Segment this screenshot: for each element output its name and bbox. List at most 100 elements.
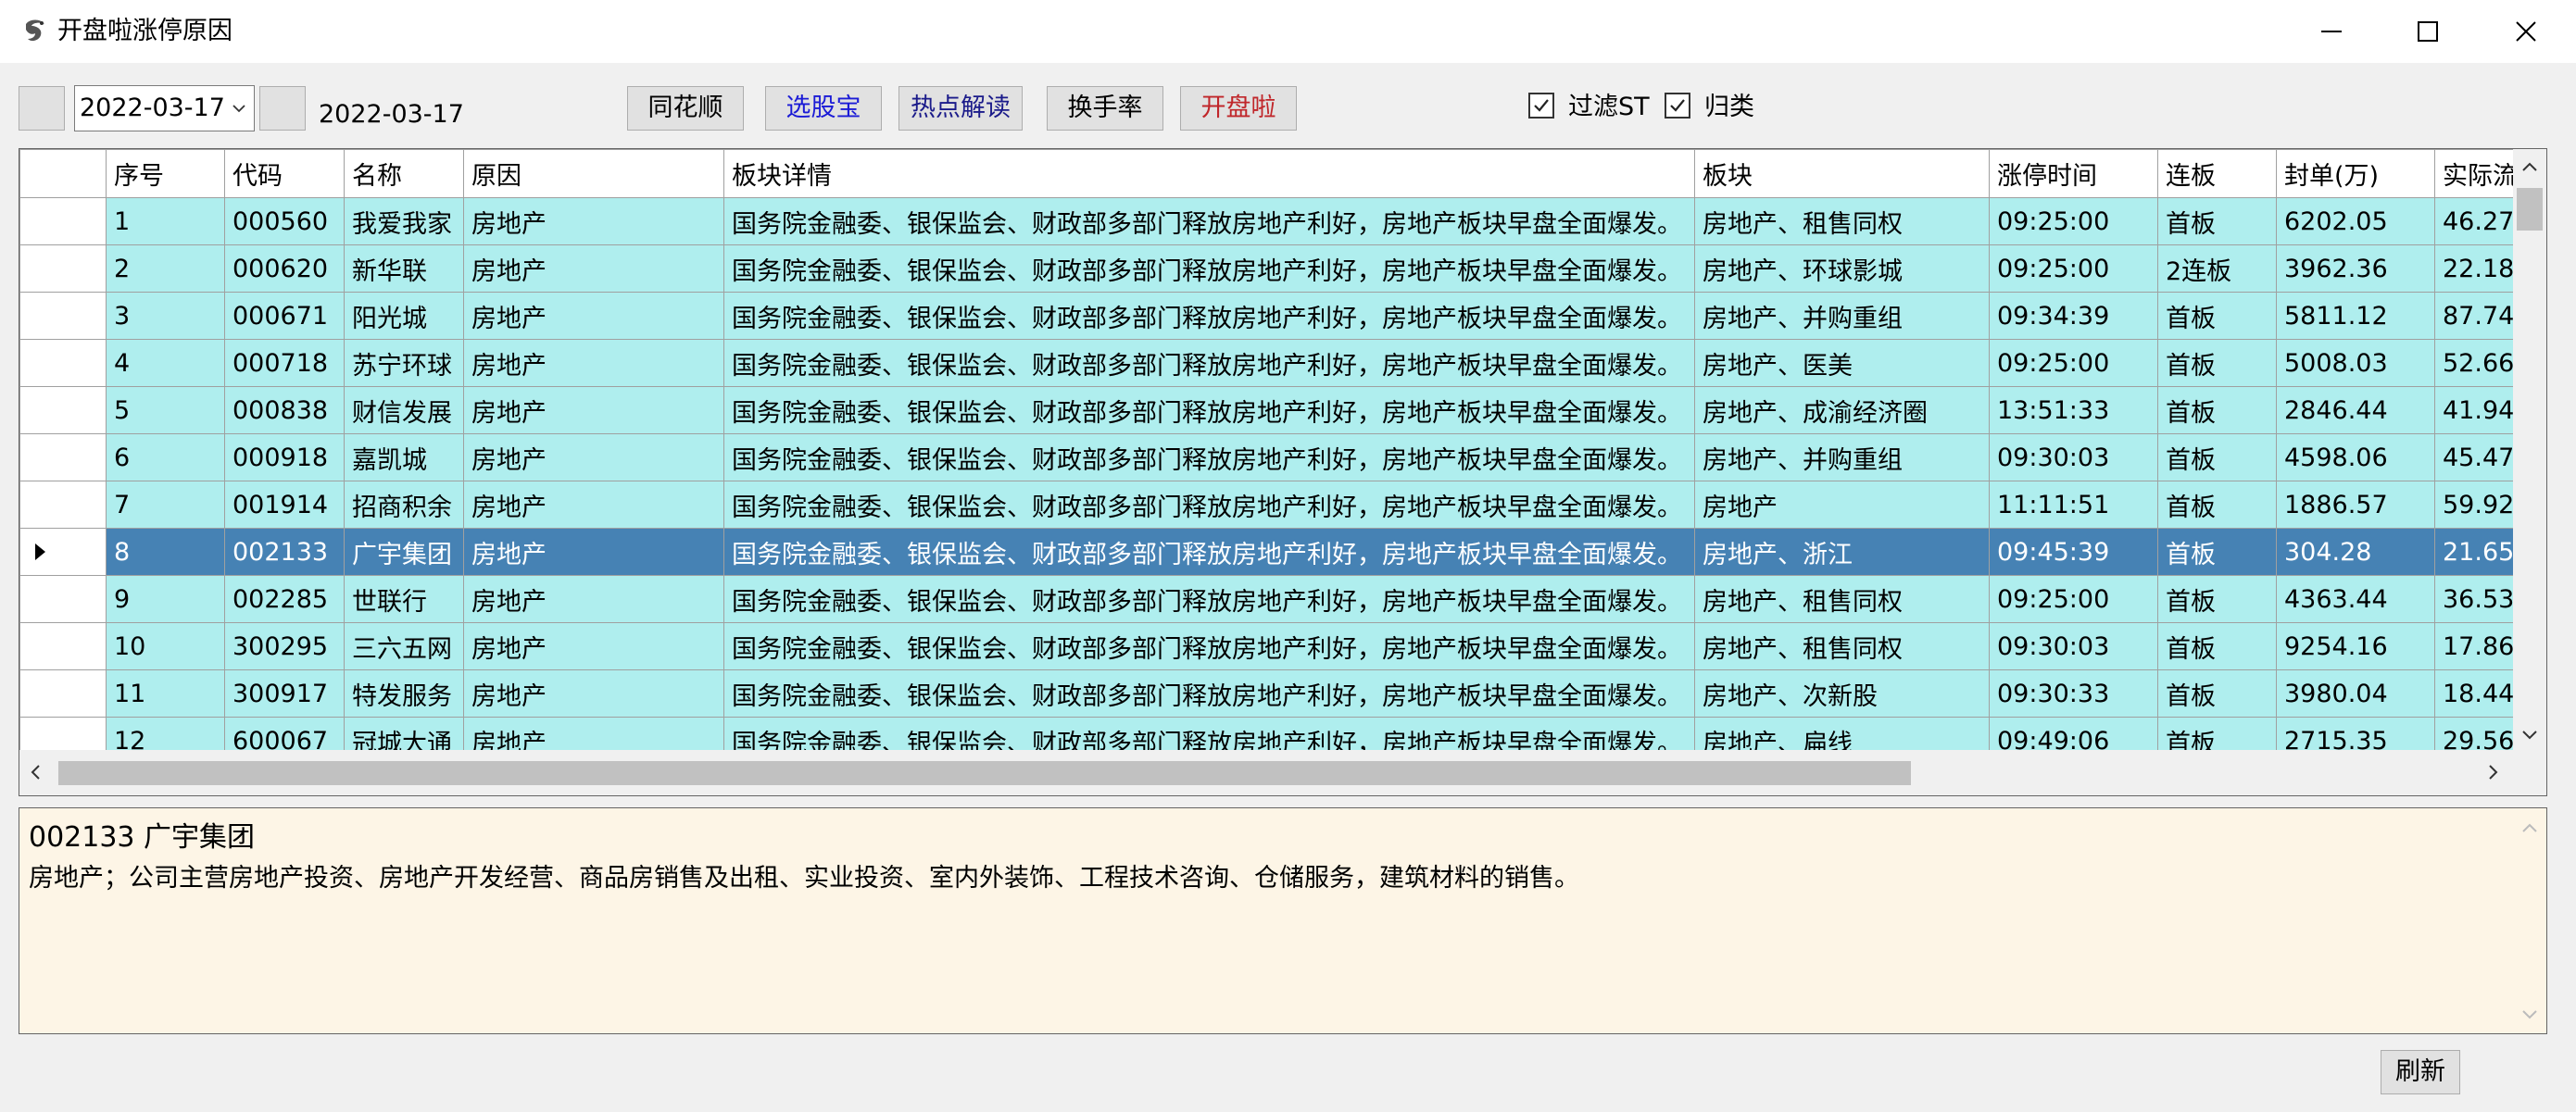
table-cell[interactable]: 11 — [106, 669, 225, 718]
column-header[interactable]: 涨停时间 — [1989, 149, 2158, 198]
chevron-down-icon[interactable] — [232, 101, 246, 116]
table-row[interactable]: 1 000560 我爱我家 房地产 国务院金融委、银保监会、财政部多部门释放房地产利好，… — [19, 197, 2537, 245]
table-cell[interactable]: 304.28 — [2276, 528, 2435, 576]
row-header[interactable] — [19, 528, 107, 576]
table-row[interactable]: 9 002285 世联行 房地产 国务院金融委、银保监会、财政部多部门释放房地产利好，房… — [19, 575, 2537, 623]
row-header[interactable] — [19, 339, 107, 387]
column-header[interactable]: 连板 — [2157, 149, 2277, 198]
column-header[interactable]: 板块 — [1694, 149, 1990, 198]
table-cell[interactable]: 特发服务 — [344, 669, 464, 718]
table-cell[interactable]: 000718 — [224, 339, 345, 387]
table-cell[interactable]: 财信发展 — [344, 386, 464, 434]
table-cell[interactable]: 09:25:00 — [1989, 575, 2158, 623]
table-cell[interactable]: 苏宁环球 — [344, 339, 464, 387]
table-cell[interactable]: 3962.36 — [2276, 244, 2435, 293]
table-cell[interactable]: 09:25:00 — [1989, 197, 2158, 245]
table-cell[interactable]: 002133 — [224, 528, 345, 576]
classify-checkbox[interactable] — [1665, 93, 1690, 119]
table-cell[interactable]: 11:11:51 — [1989, 481, 2158, 529]
table-cell[interactable]: 首板 — [2157, 575, 2277, 623]
table-cell[interactable]: 9 — [106, 575, 225, 623]
table-cell[interactable]: 世联行 — [344, 575, 464, 623]
scroll-up-icon[interactable] — [2520, 158, 2539, 177]
table-cell[interactable]: 09:25:00 — [1989, 339, 2158, 387]
table-cell[interactable]: 我爱我家 — [344, 197, 464, 245]
row-header[interactable] — [19, 481, 107, 529]
table-cell[interactable]: 001914 — [224, 481, 345, 529]
table-cell[interactable]: 房地产 — [463, 528, 724, 576]
table-cell[interactable]: 5811.12 — [2276, 292, 2435, 340]
table-cell[interactable]: 09:34:39 — [1989, 292, 2158, 340]
table-cell[interactable]: 2连板 — [2157, 244, 2277, 293]
next-date-button[interactable] — [259, 86, 306, 131]
close-button[interactable] — [2477, 0, 2575, 63]
table-cell[interactable]: 广宇集团 — [344, 528, 464, 576]
table-cell[interactable]: 3 — [106, 292, 225, 340]
xuangubao-button[interactable]: 选股宝 — [765, 86, 882, 131]
table-row[interactable]: 11 300917 特发服务 房地产 国务院金融委、银保监会、财政部多部门释放房地产利好… — [19, 669, 2537, 718]
table-cell[interactable]: 09:30:03 — [1989, 622, 2158, 670]
maximize-button[interactable] — [2379, 0, 2477, 63]
table-cell[interactable]: 首板 — [2157, 622, 2277, 670]
table-cell[interactable]: 房地产、次新股 — [1694, 669, 1990, 718]
table-cell[interactable]: 房地产、租售同权 — [1694, 575, 1990, 623]
table-cell[interactable]: 首板 — [2157, 433, 2277, 481]
kaipanla-button[interactable]: 开盘啦 — [1180, 86, 1297, 131]
table-cell[interactable]: 国务院金融委、银保监会、财政部多部门释放房地产利好，房地产板块早盘全面爆发。 — [723, 481, 1695, 529]
row-header[interactable] — [19, 197, 107, 245]
row-header[interactable] — [19, 575, 107, 623]
column-header[interactable]: 原因 — [463, 149, 724, 198]
table-cell[interactable]: 房地产 — [463, 433, 724, 481]
table-cell[interactable]: 002285 — [224, 575, 345, 623]
horizontal-scroll-thumb[interactable] — [58, 761, 1911, 785]
table-cell[interactable]: 000918 — [224, 433, 345, 481]
table-cell[interactable]: 国务院金融委、银保监会、财政部多部门释放房地产利好，房地产板块早盘全面爆发。 — [723, 386, 1695, 434]
table-cell[interactable]: 国务院金融委、银保监会、财政部多部门释放房地产利好，房地产板块早盘全面爆发。 — [723, 528, 1695, 576]
table-row[interactable]: 10 300295 三六五网 房地产 国务院金融委、银保监会、财政部多部门释放房地产利好… — [19, 622, 2537, 670]
table-cell[interactable]: 4 — [106, 339, 225, 387]
scroll-left-icon[interactable] — [27, 763, 45, 781]
detail-scrollbar[interactable] — [2513, 808, 2546, 1033]
table-cell[interactable]: 房地产、医美 — [1694, 339, 1990, 387]
table-cell[interactable]: 首板 — [2157, 339, 2277, 387]
table-cell[interactable]: 房地产 — [463, 386, 724, 434]
row-header[interactable] — [19, 433, 107, 481]
table-cell[interactable]: 10 — [106, 622, 225, 670]
table-cell[interactable]: 房地产 — [1694, 481, 1990, 529]
table-row[interactable]: 3 000671 阳光城 房地产 国务院金融委、银保监会、财政部多部门释放房地产利好，房… — [19, 292, 2537, 340]
table-cell[interactable]: 嘉凯城 — [344, 433, 464, 481]
table-cell[interactable]: 房地产、租售同权 — [1694, 622, 1990, 670]
turnover-rate-button[interactable]: 换手率 — [1047, 86, 1163, 131]
table-cell[interactable]: 国务院金融委、银保监会、财政部多部门释放房地产利好，房地产板块早盘全面爆发。 — [723, 339, 1695, 387]
row-header[interactable] — [19, 386, 107, 434]
table-row[interactable]: 6 000918 嘉凯城 房地产 国务院金融委、银保监会、财政部多部门释放房地产利好，房… — [19, 433, 2537, 481]
table-cell[interactable]: 8 — [106, 528, 225, 576]
table-cell[interactable]: 1886.57 — [2276, 481, 2435, 529]
column-header[interactable]: 代码 — [224, 149, 345, 198]
table-cell[interactable]: 09:30:33 — [1989, 669, 2158, 718]
table-cell[interactable]: 国务院金融委、银保监会、财政部多部门释放房地产利好，房地产板块早盘全面爆发。 — [723, 669, 1695, 718]
column-header[interactable]: 名称 — [344, 149, 464, 198]
stock-detail-panel[interactable]: 002133 广宇集团 房地产；公司主营房地产投资、房地产开发经营、商品房销售及… — [19, 807, 2547, 1034]
vertical-scrollbar[interactable] — [2513, 149, 2546, 750]
table-cell[interactable]: 13:51:33 — [1989, 386, 2158, 434]
minimize-button[interactable] — [2281, 0, 2379, 63]
table-cell[interactable]: 国务院金融委、银保监会、财政部多部门释放房地产利好，房地产板块早盘全面爆发。 — [723, 197, 1695, 245]
table-row[interactable]: 8 002133 广宇集团 房地产 国务院金融委、银保监会、财政部多部门释放房地产利好，… — [19, 528, 2537, 576]
table-cell[interactable]: 房地产、租售同权 — [1694, 197, 1990, 245]
table-row[interactable]: 2 000620 新华联 房地产 国务院金融委、银保监会、财政部多部门释放房地产利好，房… — [19, 244, 2537, 293]
row-header[interactable] — [19, 669, 107, 718]
refresh-button[interactable]: 刷新 — [2381, 1050, 2460, 1094]
table-cell[interactable]: 国务院金融委、银保监会、财政部多部门释放房地产利好，房地产板块早盘全面爆发。 — [723, 433, 1695, 481]
hot-topic-button[interactable]: 热点解读 — [898, 86, 1023, 131]
table-cell[interactable]: 首板 — [2157, 197, 2277, 245]
table-cell[interactable]: 000671 — [224, 292, 345, 340]
table-cell[interactable]: 房地产 — [463, 292, 724, 340]
column-header[interactable]: 板块详情 — [723, 149, 1695, 198]
table-cell[interactable]: 国务院金融委、银保监会、财政部多部门释放房地产利好，房地产板块早盘全面爆发。 — [723, 622, 1695, 670]
table-cell[interactable]: 4363.44 — [2276, 575, 2435, 623]
table-cell[interactable]: 3980.04 — [2276, 669, 2435, 718]
table-cell[interactable]: 2846.44 — [2276, 386, 2435, 434]
table-row[interactable]: 4 000718 苏宁环球 房地产 国务院金融委、银保监会、财政部多部门释放房地产利好，… — [19, 339, 2537, 387]
row-header[interactable] — [19, 292, 107, 340]
